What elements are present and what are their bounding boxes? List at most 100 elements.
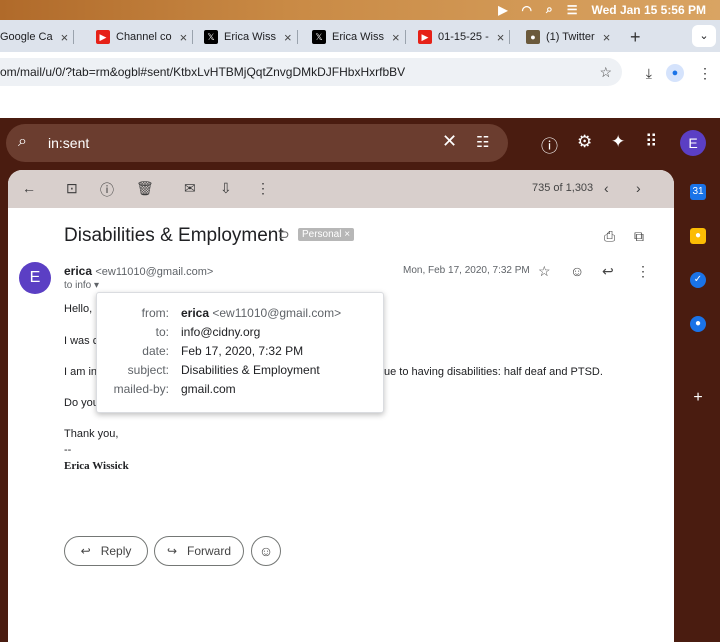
emoji-react-icon[interactable]: ☺ <box>570 263 584 279</box>
report-spam-icon[interactable]: ⓘ <box>100 180 114 200</box>
search-icon[interactable]: ⌕ <box>18 133 27 151</box>
side-panel-rail: 31 ● ✓ ● + <box>676 170 720 642</box>
tab-strip: Google Ca × ▶ Channel co × 𝕏 Erica Wiss … <box>0 20 720 52</box>
back-arrow-icon[interactable]: ← <box>22 180 36 196</box>
details-mailedby-row: mailed-by: gmail.com <box>97 382 385 400</box>
details-from-email: <ew11010@gmail.com> <box>212 306 342 320</box>
details-key: subject: <box>127 363 169 377</box>
status-area: ▶ ◠ ⌕ ☰ Wed Jan 15 5:56 PM <box>498 2 706 17</box>
reply-icon[interactable]: ↩ <box>602 263 614 280</box>
open-new-window-icon[interactable]: ⧉ <box>634 228 644 245</box>
search-bar[interactable]: ⌕ in:sent ✕ ☷ <box>6 124 508 162</box>
forward-arrow-icon: ↪ <box>166 544 178 558</box>
close-icon[interactable]: × <box>284 30 292 45</box>
calendar-icon[interactable]: 31 <box>690 184 706 200</box>
details-from-row: from: erica <ew11010@gmail.com> <box>97 306 385 324</box>
tab-google-calendar[interactable]: Google Ca × <box>0 24 75 50</box>
more-vert-icon[interactable]: ⋮ <box>636 263 650 280</box>
close-icon[interactable]: × <box>497 30 505 45</box>
close-icon[interactable]: × <box>180 30 188 45</box>
tab-youtube-channel[interactable]: ▶ Channel co × <box>96 24 194 50</box>
search-icon[interactable]: ⌕ <box>546 2 553 17</box>
move-to-icon[interactable]: ⇩ <box>220 180 232 197</box>
more-vert-icon[interactable]: ⋮ <box>698 65 712 82</box>
twitter-avatar-icon: ● <box>526 30 540 44</box>
sender: erica <ew11010@gmail.com> <box>64 264 213 278</box>
chevron-left-icon[interactable]: ‹ <box>604 180 609 196</box>
help-icon[interactable]: ⓘ <box>541 132 558 157</box>
add-addon-icon[interactable]: + <box>690 390 706 406</box>
contacts-icon[interactable]: ● <box>690 316 706 332</box>
reply-arrow-icon: ↩ <box>80 544 91 558</box>
caret-down-icon[interactable]: ▾ <box>94 280 99 291</box>
search-options-icon[interactable]: ☷ <box>476 133 489 151</box>
email-subject: Disabilities & Employment <box>64 225 284 246</box>
keep-icon[interactable]: ● <box>690 228 706 244</box>
play-icon[interactable]: ▶ <box>498 3 507 17</box>
sender-avatar: E <box>19 262 51 294</box>
star-icon[interactable]: ☆ <box>538 263 551 280</box>
youtube-icon: ▶ <box>96 30 110 44</box>
delete-icon[interactable]: 🗑 <box>136 180 154 197</box>
control-center-icon[interactable]: ☰ <box>567 3 578 17</box>
new-tab-icon[interactable]: + <box>630 27 641 48</box>
details-key: date: <box>142 344 169 358</box>
bookmarks-spacer <box>0 92 720 118</box>
message-details-popup: from: erica <ew11010@gmail.com> to: info… <box>96 292 384 413</box>
body-line: Thank you, <box>64 428 119 440</box>
forward-button[interactable]: ↪ Forward <box>154 536 244 566</box>
details-date-value: Feb 17, 2020, 7:32 PM <box>181 344 304 358</box>
more-vert-icon[interactable]: ⋮ <box>256 180 270 197</box>
forward-label: Forward <box>187 544 232 558</box>
label-chip-text: Personal <box>302 229 342 240</box>
message-toolbar: ← ⊡ ⓘ 🗑 ✉ ⇩ ⋮ 735 of 1,303 ‹ › <box>8 170 674 208</box>
close-icon[interactable]: × <box>61 30 69 45</box>
print-icon[interactable]: ⎙ <box>604 228 615 245</box>
tab-twitter[interactable]: ● (1) Twitter × <box>526 24 610 50</box>
details-key: from: <box>141 306 169 320</box>
to-line: to info <box>64 280 92 291</box>
details-from-name: erica <box>181 306 210 320</box>
chevron-down-icon[interactable]: ⌄ <box>692 25 716 47</box>
account-avatar[interactable]: E <box>680 130 706 156</box>
reply-button[interactable]: ↩ Reply <box>64 536 148 566</box>
profile-icon[interactable]: ● <box>666 64 684 82</box>
youtube-icon: ▶ <box>418 30 432 44</box>
emoji-react-button[interactable]: ☺ <box>251 536 281 566</box>
tab-youtube-2[interactable]: ▶ 01-15-25 - × <box>418 24 511 50</box>
mark-unread-icon[interactable]: ✉ <box>184 180 196 197</box>
url-text: om/mail/u/0/?tab=rm&ogbl#sent/KtbxLvHTBM… <box>0 65 406 79</box>
chevron-right-icon[interactable]: › <box>636 180 641 196</box>
recipient-toggle[interactable]: to info ▾ <box>64 280 99 291</box>
pager-count: 735 of 1,303 <box>532 182 594 194</box>
reply-label: Reply <box>100 544 132 558</box>
close-icon[interactable]: × <box>392 30 400 45</box>
tab-label: 01-15-25 - <box>438 31 489 43</box>
search-input[interactable]: in:sent <box>48 135 89 151</box>
settings-gear-icon[interactable]: ⚙ <box>577 132 592 152</box>
apps-grid-icon[interactable]: ⠿ <box>645 132 657 152</box>
download-icon[interactable]: ⤓ <box>646 65 652 82</box>
tab-label: Erica Wiss <box>224 31 276 43</box>
tab-label: Erica Wiss <box>332 31 384 43</box>
wifi-icon[interactable]: ◠ <box>522 3 532 17</box>
x-icon: 𝕏 <box>312 30 326 44</box>
address-bar[interactable]: om/mail/u/0/?tab=rm&ogbl#sent/KtbxLvHTBM… <box>0 58 622 86</box>
menu-bar: ▶ ◠ ⌕ ☰ Wed Jan 15 5:56 PM <box>0 0 720 20</box>
tasks-icon[interactable]: ✓ <box>690 272 706 288</box>
details-subject-value: Disabilities & Employment <box>181 363 320 377</box>
clear-search-icon[interactable]: ✕ <box>442 131 457 152</box>
close-icon[interactable]: × <box>603 30 611 45</box>
bookmark-star-icon[interactable]: ☆ <box>599 58 612 86</box>
tab-x-1[interactable]: 𝕏 Erica Wiss × <box>204 24 298 50</box>
importance-marker-icon[interactable]: ⊃ <box>278 226 290 243</box>
gemini-sparkle-icon[interactable]: ✦ <box>611 132 625 152</box>
archive-icon[interactable]: ⊡ <box>66 180 78 197</box>
address-row: om/mail/u/0/?tab=rm&ogbl#sent/KtbxLvHTBM… <box>0 52 720 92</box>
x-icon: 𝕏 <box>204 30 218 44</box>
clock[interactable]: Wed Jan 15 5:56 PM <box>592 3 707 17</box>
details-key: mailed-by: <box>113 382 169 396</box>
label-chip[interactable]: Personal × <box>298 228 355 241</box>
details-date-row: date: Feb 17, 2020, 7:32 PM <box>97 344 385 362</box>
tab-x-2[interactable]: 𝕏 Erica Wiss × <box>312 24 406 50</box>
